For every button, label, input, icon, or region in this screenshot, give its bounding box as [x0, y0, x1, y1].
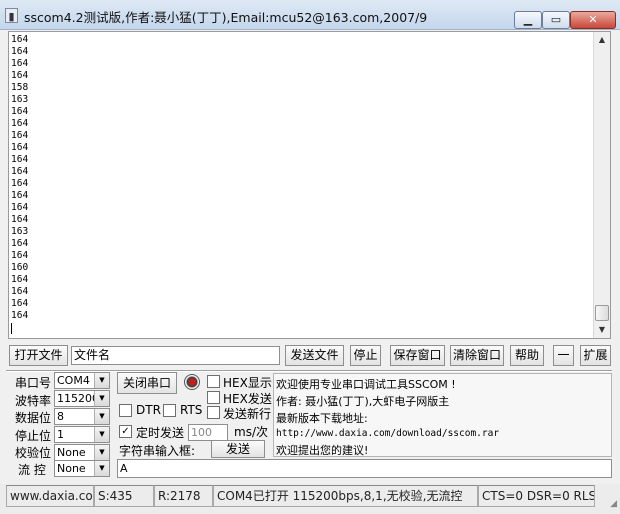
rts-checkbox[interactable]	[163, 404, 176, 417]
close-button[interactable]: ✕	[570, 11, 616, 29]
hex-display-checkbox[interactable]	[207, 375, 220, 388]
status-bar: www.daxia.com S:435 R:2178 COM4已打开 11520…	[0, 484, 620, 514]
status-sent-count: S:435	[94, 485, 154, 507]
receive-line: 164	[11, 310, 29, 321]
receive-line: 164	[11, 298, 29, 309]
receive-line: 164	[11, 274, 29, 285]
info-author: 作者: 聂小猛(丁丁),大虾电子网版主	[276, 395, 450, 408]
chevron-down-icon[interactable]: ▼	[94, 427, 109, 442]
baud-label: 波特率	[15, 394, 52, 408]
chevron-down-icon[interactable]: ▼	[94, 461, 109, 476]
window-title: sscom4.2测试版,作者:聂小猛(丁丁),Email:mcu52@163.c…	[24, 10, 428, 25]
chevron-down-icon[interactable]: ▼	[94, 391, 109, 406]
status-received-count: R:2178	[154, 485, 213, 507]
receive-line: 164	[11, 130, 29, 141]
receive-line: 160	[11, 262, 29, 273]
close-port-button[interactable]: 关闭串口	[117, 372, 177, 394]
data-bits-select[interactable]: 8 ▼	[54, 408, 110, 425]
arrow-down-icon[interactable]: ▼	[594, 322, 610, 338]
chevron-down-icon[interactable]: ▼	[94, 373, 109, 388]
send-text-input[interactable]: A	[117, 459, 612, 478]
parity-label: 校验位	[15, 446, 52, 460]
resize-grip-icon[interactable]: ◢	[610, 499, 617, 509]
expand-button[interactable]: 扩展	[580, 345, 611, 366]
hex-send-checkbox[interactable]	[207, 391, 220, 404]
vertical-scrollbar[interactable]: ▲ ▼	[593, 32, 610, 338]
receive-line: 163	[11, 94, 29, 105]
text-caret	[11, 323, 12, 334]
flow-label: 流 控	[18, 463, 46, 477]
toolbar: 打开文件 文件名 发送文件 停止 保存窗口 清除窗口 帮助 一 扩展	[0, 345, 620, 367]
receive-line: 164	[11, 118, 29, 129]
flow-select[interactable]: None ▼	[54, 460, 110, 477]
open-file-button[interactable]: 打开文件	[9, 345, 68, 366]
help-button[interactable]: 帮助	[510, 345, 544, 366]
receive-line: 164	[11, 190, 29, 201]
chevron-down-icon[interactable]: ▼	[94, 409, 109, 424]
file-name-input[interactable]: 文件名	[71, 346, 280, 365]
timed-send-label: 定时发送	[136, 426, 185, 440]
baud-select[interactable]: 115200 ▼	[54, 390, 110, 407]
send-newline-label: 发送新行	[223, 407, 272, 421]
receive-line: 163	[11, 226, 29, 237]
period-input[interactable]: 100	[188, 424, 228, 441]
receive-line: 164	[11, 142, 29, 153]
send-button[interactable]: 发送	[211, 440, 265, 458]
stop-bits-label: 停止位	[15, 429, 52, 443]
receive-line: 164	[11, 238, 29, 249]
record-indicator-icon	[184, 374, 200, 390]
receive-line: 164	[11, 250, 29, 261]
parity-select[interactable]: None ▼	[54, 444, 110, 461]
save-window-button[interactable]: 保存窗口	[390, 345, 445, 366]
receive-line: 164	[11, 106, 29, 117]
receive-line: 164	[11, 58, 29, 69]
dtr-checkbox[interactable]	[119, 404, 132, 417]
receive-lines: 164 164 164 164 158 163 164 164 164 164 164 164 164 1…	[11, 34, 591, 334]
receive-line: 164	[11, 166, 29, 177]
info-download-label: 最新版本下载地址:	[276, 412, 368, 425]
info-download-link[interactable]: http://www.daxia.com/download/sscom.rar	[276, 428, 499, 439]
status-site: www.daxia.com	[6, 485, 94, 507]
period-unit-label: ms/次	[234, 425, 268, 439]
title-bar[interactable]: ▮ sscom4.2测试版,作者:聂小猛(丁丁),Email:mcu52@163…	[0, 0, 620, 30]
dtr-label: DTR	[136, 403, 161, 417]
status-lines: CTS=0 DSR=0 RLSD	[478, 485, 595, 507]
stop-bits-select[interactable]: 1 ▼	[54, 426, 110, 443]
input-box-label: 字符串输入框:	[119, 444, 196, 458]
arrow-up-icon[interactable]: ▲	[594, 32, 610, 48]
minimize-button[interactable]: ▁	[514, 11, 542, 29]
send-file-button[interactable]: 发送文件	[285, 345, 344, 366]
timed-send-checkbox[interactable]: ✓	[119, 425, 132, 438]
receive-line: 164	[11, 70, 29, 81]
info-welcome: 欢迎使用专业串口调试工具SSCOM !	[276, 378, 456, 391]
port-label: 串口号	[15, 376, 52, 390]
clear-window-button[interactable]: 清除窗口	[450, 345, 504, 366]
receive-line: 164	[11, 154, 29, 165]
receive-line: 164	[11, 202, 29, 213]
receive-line: 164	[11, 286, 29, 297]
info-suggestion: 欢迎提出您的建议!	[276, 444, 369, 457]
receive-text-area[interactable]: 164 164 164 164 158 163 164 164 164 164 164 164 164 1…	[8, 31, 611, 339]
sscom-app-icon: ▮	[5, 8, 18, 23]
rts-label: RTS	[180, 403, 203, 417]
port-select[interactable]: COM4 ▼	[54, 372, 110, 389]
data-bits-label: 数据位	[15, 411, 52, 425]
receive-line: 164	[11, 178, 29, 189]
info-panel: 欢迎使用专业串口调试工具SSCOM ! 作者: 聂小猛(丁丁),大虾电子网版主 …	[273, 373, 612, 457]
hex-display-label: HEX显示	[223, 376, 272, 390]
receive-line: 164	[11, 34, 29, 45]
receive-line: 164	[11, 46, 29, 57]
scroll-thumb[interactable]	[595, 305, 609, 321]
receive-line: 164	[11, 214, 29, 225]
send-newline-checkbox[interactable]	[207, 406, 220, 419]
stop-button[interactable]: 停止	[350, 345, 381, 366]
receive-line: 158	[11, 82, 29, 93]
maximize-button[interactable]: ▭	[542, 11, 570, 29]
dash-button[interactable]: 一	[553, 345, 574, 366]
chevron-down-icon[interactable]: ▼	[94, 445, 109, 460]
status-port-state: COM4已打开 115200bps,8,1,无校验,无流控	[213, 485, 478, 507]
